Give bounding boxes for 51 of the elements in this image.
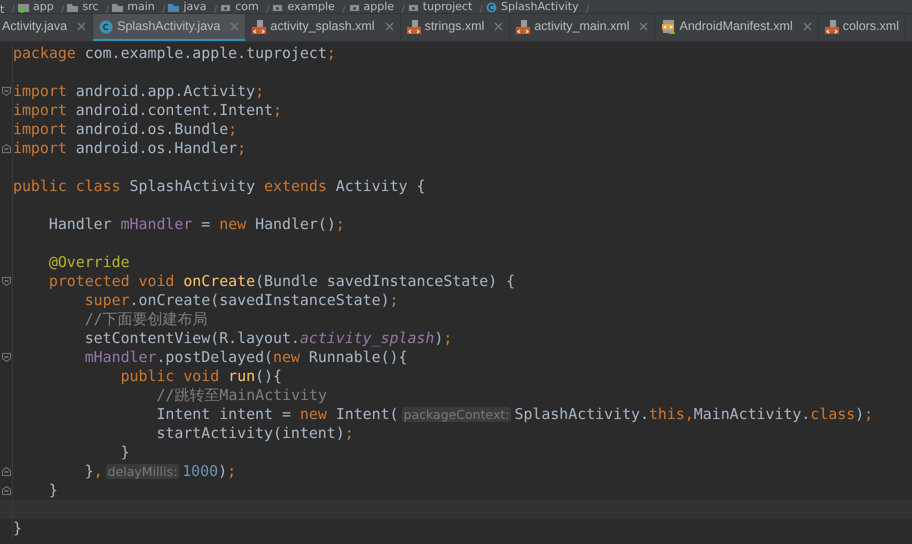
xml-file-icon [516, 20, 530, 34]
code-line: public void run(){ [120, 367, 282, 386]
code-line: } [48, 481, 58, 500]
code-line: @Override [48, 253, 130, 272]
editor-tab[interactable]: activity_splash.xml [246, 14, 401, 41]
code-line: package com.example.apple.tuproject; [13, 44, 336, 63]
breadcrumb-item[interactable]: main [127, 0, 155, 13]
editor-tab[interactable]: activity_main.xml [510, 14, 656, 41]
module-folder-icon [18, 2, 30, 12]
xml-file-icon [406, 20, 421, 34]
code-line: mHandler.postDelayed(new Runnable(){ [84, 348, 408, 367]
editor-tab[interactable]: strings.xml [400, 14, 510, 41]
code-line: protected void onCreate(Bundle savedInstanceState) { [48, 272, 516, 291]
code-line: import android.app.Activity; [13, 82, 264, 101]
fold-marker-icon[interactable] [2, 353, 10, 362]
class-icon [99, 20, 114, 34]
fold-marker-icon[interactable] [2, 486, 10, 495]
fold-marker-icon[interactable] [2, 144, 10, 153]
code-line: super.onCreate(savedInstanceState); [84, 291, 398, 310]
code-line: import android.os.Bundle; [13, 120, 238, 139]
fold-marker-icon[interactable] [2, 277, 10, 286]
code-line: Handler mHandler = new Handler(); [48, 215, 345, 234]
breadcrumb-item[interactable]: src [82, 0, 99, 13]
breadcrumb-item[interactable]: t [0, 2, 4, 13]
xml-file-icon [824, 20, 839, 34]
code-line: setContentView(R.layout.activity_splash); [84, 329, 452, 348]
code-line: startActivity(intent); [155, 424, 354, 443]
breadcrumb-item[interactable]: com [235, 0, 259, 13]
code-line: }, delayMillis: 1000); [84, 462, 236, 481]
code-line: import android.content.Intent; [13, 101, 282, 120]
breadcrumb-item[interactable]: app [33, 0, 54, 13]
code-line: //跳转至MainActivity [155, 386, 327, 405]
breadcrumb-item[interactable]: SplashActivity [500, 0, 579, 13]
fold-marker-icon[interactable] [2, 467, 10, 476]
code-line: //下面要创建布局 [84, 310, 208, 329]
code-line: } [120, 443, 130, 462]
class-icon [486, 2, 497, 12]
fold-marker-icon[interactable] [2, 87, 10, 96]
code-line: import android.os.Handler; [13, 139, 246, 158]
breadcrumb-item[interactable]: example [287, 0, 335, 13]
breadcrumb-item[interactable]: java [183, 0, 207, 13]
breadcrumb-item[interactable]: tuproject [422, 0, 472, 13]
code-line: } [13, 519, 22, 538]
manifest-file-icon [661, 20, 676, 34]
editor-tab[interactable]: AndroidManifest.xml [655, 14, 819, 41]
breadcrumb-item[interactable]: apple [364, 0, 394, 13]
code-line: public class SplashActivity extends Activity { [13, 177, 426, 196]
editor-tab[interactable]: SplashActivity.java [93, 14, 246, 41]
editor-tab[interactable]: colors.xml [818, 14, 906, 41]
code-line: Intent intent = new Intent( packageContext: SplashActivity.this,MainActivity.class); [155, 405, 874, 424]
xml-file-icon [252, 20, 266, 34]
